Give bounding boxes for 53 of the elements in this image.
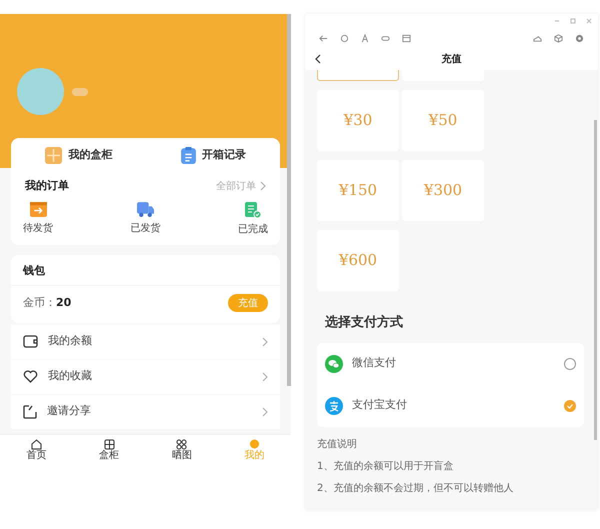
note-text: 2、充值的余额不会过期，但不可以转赠他人 — [317, 482, 514, 496]
settings-icon[interactable] — [575, 34, 584, 42]
share-icon — [23, 404, 37, 418]
section-title: 我的订单 — [25, 178, 69, 194]
order-status-link[interactable]: 已完成 — [238, 222, 268, 236]
cabinet-icon — [104, 438, 115, 450]
tab[interactable]: 晒图 — [172, 438, 192, 460]
tab[interactable]: 盒柜 — [99, 438, 120, 460]
payment-option[interactable]: 微信支付 — [317, 342, 584, 384]
wallet-icon — [23, 335, 38, 348]
section-heading: 选择支付方式 — [325, 314, 404, 332]
back-chevron-icon[interactable] — [315, 54, 321, 64]
refresh-icon[interactable] — [340, 34, 349, 42]
minimize-icon[interactable] — [554, 18, 560, 24]
radio-button[interactable] — [564, 358, 576, 370]
grid-box-icon — [45, 146, 62, 164]
chevron-right-icon — [262, 372, 268, 382]
coin-balance: 金币：20 — [23, 294, 72, 311]
chat-bubbles-icon — [325, 354, 343, 372]
page-title: 充值 — [442, 52, 462, 66]
blurred-name — [72, 88, 88, 96]
tab[interactable]: 首页 — [26, 438, 46, 460]
shortcut-link[interactable]: 我的盒柜 — [68, 146, 112, 164]
document-check-icon — [245, 202, 261, 218]
chevron-right-icon — [262, 406, 268, 416]
payment-option[interactable]: 支付宝支付 — [317, 384, 584, 426]
heart-icon — [23, 370, 38, 383]
menu-row[interactable]: 邀请分享 — [11, 394, 280, 428]
home-icon — [30, 438, 42, 450]
order-status-link[interactable]: 已发货 — [130, 220, 160, 236]
note-text: 充值说明 — [317, 438, 358, 452]
calendar-icon[interactable] — [402, 34, 411, 42]
radio-button[interactable] — [564, 400, 576, 412]
menu-row[interactable]: 我的余额 — [11, 324, 280, 358]
menu-row[interactable]: 我的收藏 — [11, 360, 280, 394]
maximize-icon[interactable] — [570, 18, 576, 24]
truck-icon — [137, 202, 154, 216]
order-status-link[interactable]: 待发货 — [23, 220, 53, 236]
chevron-right-icon — [262, 336, 268, 346]
alipay-logo-icon — [325, 396, 343, 414]
chevron-right-icon — [260, 181, 266, 192]
clipboard-icon — [180, 146, 196, 164]
link-icon[interactable] — [381, 34, 390, 42]
cube-icon[interactable] — [554, 34, 563, 42]
note-text: 1、充值的余额可以用于开盲盒 — [317, 460, 454, 474]
close-icon[interactable] — [586, 18, 592, 24]
section-title: 钱包 — [22, 262, 46, 278]
shortcut-link[interactable]: 开箱记录 — [202, 146, 246, 164]
back-arrow-icon[interactable] — [319, 34, 328, 42]
checkmark-icon — [566, 402, 574, 410]
font-icon[interactable] — [361, 34, 369, 42]
cloud-icon[interactable] — [533, 34, 542, 42]
grid-icon — [176, 438, 188, 450]
